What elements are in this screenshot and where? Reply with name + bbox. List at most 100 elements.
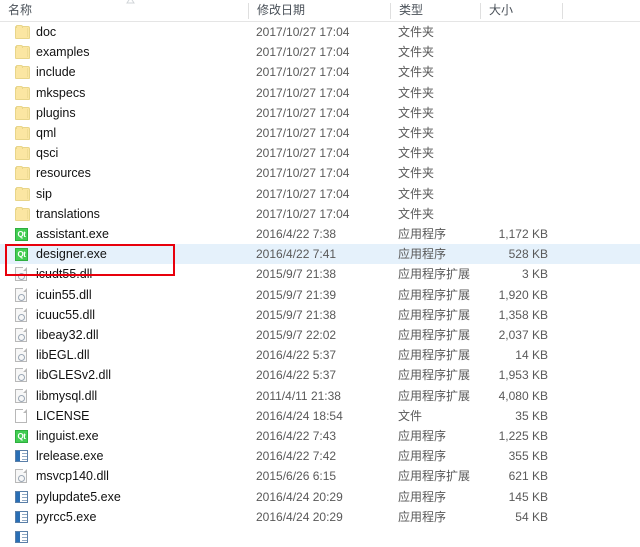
file-size-cell: 2,037 KB	[498, 328, 548, 342]
table-row[interactable]: icudt55.dll 2015/9/7 21:38 应用程序扩展 3 KB	[0, 264, 640, 284]
table-row[interactable]: libGLESv2.dll 2016/4/22 5:37 应用程序扩展 1,953 K…	[0, 365, 640, 385]
file-name-cell[interactable]: mkspecs	[0, 83, 248, 103]
file-size-cell: 1,953 KB	[498, 368, 548, 383]
file-name-cell[interactable]: pylupdate5.exe	[0, 487, 248, 507]
table-row[interactable]: resources 2017/10/27 17:04 文件夹	[0, 163, 640, 183]
column-divider-4[interactable]	[562, 3, 563, 19]
table-row[interactable]: mkspecs 2017/10/27 17:04 文件夹	[0, 83, 640, 103]
file-name-cell[interactable]: Qt assistant.exe	[0, 224, 248, 244]
file-name-cell[interactable]: qsci	[0, 143, 248, 163]
table-row[interactable]: translations 2017/10/27 17:04 文件夹	[0, 204, 640, 224]
file-type-cell: 应用程序扩展	[398, 388, 471, 403]
folder-icon	[15, 85, 30, 100]
table-row[interactable]: qml 2017/10/27 17:04 文件夹	[0, 123, 640, 143]
table-row[interactable]: LICENSE 2016/4/24 18:54 文件 35 KB	[0, 406, 640, 426]
table-row[interactable]: libmysql.dll 2011/4/11 21:38 应用程序扩展 4,080 K…	[0, 386, 640, 406]
file-date-cell: 2017/10/27 17:04	[256, 146, 350, 161]
table-row[interactable]: plugins 2017/10/27 17:04 文件夹	[0, 103, 640, 123]
file-size-cell: 1,225 KB	[498, 429, 548, 443]
file-name-cell[interactable]: translations	[0, 204, 248, 224]
file-name-label: resources	[36, 166, 91, 181]
file-name-cell[interactable]: qml	[0, 123, 248, 143]
app-icon	[15, 490, 28, 503]
folder-icon	[15, 126, 30, 140]
file-name-label: designer.exe	[36, 247, 107, 262]
file-date-cell: 2017/10/27 17:04	[256, 166, 350, 181]
file-name-cell[interactable]: lrelease.exe	[0, 446, 248, 466]
file-type-cell: 文件夹	[398, 65, 435, 80]
file-type-cell: 应用程序扩展	[398, 267, 471, 282]
file-name-cell[interactable]: icuuc55.dll	[0, 305, 248, 325]
file-name-label: icuin55.dll	[36, 287, 92, 302]
table-row[interactable]: examples 2017/10/27 17:04 文件夹	[0, 42, 640, 62]
file-name-cell[interactable]: sip	[0, 184, 248, 204]
table-row[interactable]: libeay32.dll 2015/9/7 22:02 应用程序扩展 2,037 KB	[0, 325, 640, 345]
file-name-label: pylupdate5.exe	[36, 489, 121, 504]
file-date-cell: 2016/4/22 5:37	[256, 368, 337, 383]
file-name-cell[interactable]: libGLESv2.dll	[0, 365, 248, 385]
file-name-cell[interactable]: LICENSE	[0, 406, 248, 426]
file-name-cell[interactable]	[0, 527, 248, 547]
column-header-type[interactable]: 类型	[391, 0, 480, 21]
file-name-cell[interactable]: libEGL.dll	[0, 345, 248, 365]
folder-icon	[15, 166, 30, 181]
file-type-cell: 应用程序扩展	[398, 328, 471, 342]
file-name-cell[interactable]: pyrcc5.exe	[0, 507, 248, 527]
file-date-cell: 2017/10/27 17:04	[256, 105, 350, 120]
table-row[interactable]: lrelease.exe 2016/4/22 7:42 应用程序 355 KB	[0, 446, 640, 466]
file-type-cell: 应用程序	[398, 429, 447, 443]
table-row[interactable]: icuuc55.dll 2015/9/7 21:38 应用程序扩展 1,358 KB	[0, 305, 640, 325]
file-name-cell[interactable]: libmysql.dll	[0, 386, 248, 406]
file-size-cell: 145 KB	[508, 489, 548, 504]
table-row[interactable]: icuin55.dll 2015/9/7 21:39 应用程序扩展 1,920 KB	[0, 285, 640, 305]
file-size-cell	[480, 204, 555, 224]
file-size-cell	[480, 184, 555, 204]
file-list[interactable]: doc 2017/10/27 17:04 文件夹 examples 2017/10/27…	[0, 22, 640, 543]
table-row[interactable]: sip 2017/10/27 17:04 文件夹	[0, 184, 640, 204]
qt-app-icon: Qt	[15, 228, 28, 241]
table-row[interactable]: pylupdate5.exe 2016/4/24 20:29 应用程序 145 KB	[0, 487, 640, 507]
file-name-cell[interactable]: Qt linguist.exe	[0, 426, 248, 446]
table-row[interactable]: include 2017/10/27 17:04 文件夹	[0, 62, 640, 82]
folder-icon	[15, 65, 30, 80]
file-date-cell: 2016/4/24 18:54	[256, 408, 343, 423]
table-row[interactable]: libEGL.dll 2016/4/22 5:37 应用程序扩展 14 KB	[0, 345, 640, 365]
file-name-cell[interactable]: icuin55.dll	[0, 285, 248, 305]
table-row[interactable]: qsci 2017/10/27 17:04 文件夹	[0, 143, 640, 163]
dll-icon	[15, 469, 27, 484]
file-name-cell[interactable]: examples	[0, 42, 248, 62]
table-row[interactable]: doc 2017/10/27 17:04 文件夹	[0, 22, 640, 42]
file-name-cell[interactable]: doc	[0, 22, 248, 42]
file-name-label: qml	[36, 126, 57, 140]
file-size-cell: 1,358 KB	[498, 307, 548, 322]
column-header-name[interactable]: 名称	[0, 0, 248, 21]
file-size-cell	[480, 42, 555, 62]
table-row[interactable]: msvcp140.dll 2015/6/26 6:15 应用程序扩展 621 KB	[0, 466, 640, 486]
folder-icon	[15, 105, 30, 120]
file-name-cell[interactable]: plugins	[0, 103, 248, 123]
file-name-label: assistant.exe	[36, 227, 109, 241]
file-name-cell[interactable]: Qt designer.exe	[0, 244, 248, 264]
file-date-cell: 2015/9/7 21:39	[256, 287, 337, 302]
file-name-label: plugins	[36, 105, 76, 120]
file-name-cell[interactable]: resources	[0, 163, 248, 183]
file-name-cell[interactable]: libeay32.dll	[0, 325, 248, 345]
column-header-name-label: 名称	[8, 3, 33, 17]
file-name-label: icuuc55.dll	[36, 307, 96, 322]
file-name-cell[interactable]: icudt55.dll	[0, 264, 248, 284]
file-name-cell[interactable]: msvcp140.dll	[0, 466, 248, 486]
table-row[interactable]: Qt linguist.exe 2016/4/22 7:43 应用程序 1,225 KB	[0, 426, 640, 446]
file-name-cell[interactable]: include	[0, 62, 248, 82]
file-size-cell: 621 KB	[508, 469, 548, 484]
file-size-cell	[480, 143, 555, 163]
file-date-cell	[256, 527, 386, 547]
column-header-size[interactable]: 大小	[481, 0, 562, 21]
table-row[interactable]: Qt designer.exe 2016/4/22 7:41 应用程序 528 KB	[0, 244, 640, 265]
dll-icon	[15, 348, 27, 363]
table-row[interactable]: pyrcc5.exe 2016/4/24 20:29 应用程序 54 KB	[0, 507, 640, 527]
table-row[interactable]	[0, 527, 640, 547]
file-type-cell: 应用程序扩展	[398, 348, 471, 363]
column-header-date[interactable]: 修改日期	[249, 0, 390, 21]
table-row[interactable]: Qt assistant.exe 2016/4/22 7:38 应用程序 1,172 K…	[0, 224, 640, 244]
file-date-cell: 2017/10/27 17:04	[256, 65, 350, 80]
